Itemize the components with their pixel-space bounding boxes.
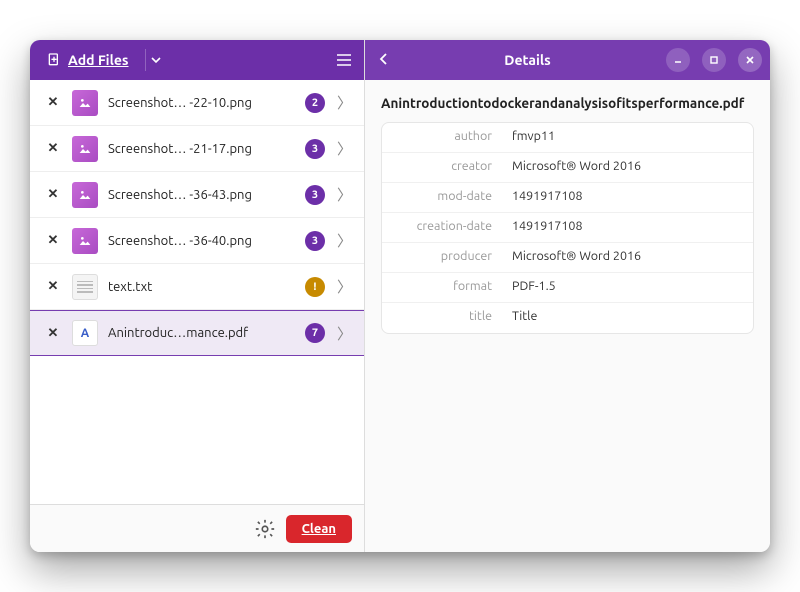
- menu-button[interactable]: [332, 48, 356, 72]
- property-value: fmvp11: [502, 123, 753, 152]
- right-panel: Details Anintroductiontodockerandanalysi…: [365, 40, 770, 552]
- clean-button[interactable]: Clean: [286, 515, 352, 543]
- left-footer: Clean: [30, 504, 364, 552]
- properties-card: authorfmvp11creatorMicrosoft® Word 2016m…: [381, 122, 754, 334]
- property-value: PDF-1.5: [502, 273, 753, 302]
- gear-icon: [254, 518, 276, 540]
- remove-file-button[interactable]: ✕: [44, 326, 62, 341]
- property-key: author: [382, 123, 502, 152]
- chevron-down-icon: [151, 55, 161, 65]
- image-file-icon: [72, 136, 98, 162]
- property-row: mod-date1491917108: [382, 183, 753, 213]
- back-button[interactable]: [373, 50, 395, 71]
- remove-file-button[interactable]: ✕: [44, 279, 62, 294]
- property-row: producerMicrosoft® Word 2016: [382, 243, 753, 273]
- left-header: Add Files: [30, 40, 364, 80]
- add-files-label: Add Files: [68, 52, 129, 68]
- add-files-dropdown[interactable]: [145, 49, 166, 71]
- maximize-icon: [709, 55, 719, 65]
- property-key: title: [382, 303, 502, 333]
- property-row: authorfmvp11: [382, 123, 753, 153]
- file-name: Screenshot… -36-40.png: [108, 234, 295, 248]
- remove-file-button[interactable]: ✕: [44, 141, 62, 156]
- hamburger-icon: [336, 53, 352, 67]
- image-file-icon: [72, 90, 98, 116]
- property-row: creatorMicrosoft® Word 2016: [382, 153, 753, 183]
- file-list: ✕ Screenshot… -22-10.png 2 〉 ✕ Screenshot… -2…: [30, 80, 364, 504]
- property-value: 1491917108: [502, 183, 753, 212]
- file-details-button[interactable]: 〉: [335, 184, 354, 205]
- minimize-button[interactable]: [666, 48, 690, 72]
- file-row[interactable]: ✕ A Anintroduc…mance.pdf 7 〉: [30, 310, 364, 356]
- property-row: titleTitle: [382, 303, 753, 333]
- property-row: formatPDF-1.5: [382, 273, 753, 303]
- minimize-icon: [673, 55, 683, 65]
- close-button[interactable]: [738, 48, 762, 72]
- add-files-button[interactable]: Add Files: [38, 48, 137, 72]
- property-key: producer: [382, 243, 502, 272]
- settings-button[interactable]: [254, 518, 276, 540]
- chevron-left-icon: [379, 52, 389, 66]
- property-key: mod-date: [382, 183, 502, 212]
- close-icon: [745, 55, 755, 65]
- count-badge: 2: [305, 93, 325, 113]
- property-key: creator: [382, 153, 502, 182]
- file-row[interactable]: ✕ text.txt! 〉: [30, 264, 364, 310]
- property-row: creation-date1491917108: [382, 213, 753, 243]
- left-panel: Add Files ✕ Screenshot… -22-10.png 2 〉 ✕ Scre…: [30, 40, 365, 552]
- pdf-file-icon: A: [72, 320, 98, 346]
- file-details-button[interactable]: 〉: [335, 276, 354, 297]
- property-key: format: [382, 273, 502, 302]
- file-details-button[interactable]: 〉: [335, 230, 354, 251]
- file-name: text.txt: [108, 280, 295, 294]
- remove-file-button[interactable]: ✕: [44, 233, 62, 248]
- details-filename: Anintroductiontodockerandanalysisofitspe…: [381, 94, 754, 112]
- add-file-icon: [46, 52, 62, 68]
- property-key: creation-date: [382, 213, 502, 242]
- file-details-button[interactable]: 〉: [335, 92, 354, 113]
- text-file-icon: [72, 274, 98, 300]
- image-file-icon: [72, 228, 98, 254]
- remove-file-button[interactable]: ✕: [44, 95, 62, 110]
- property-value: Microsoft® Word 2016: [502, 243, 753, 272]
- file-row[interactable]: ✕ Screenshot… -22-10.png 2 〉: [30, 80, 364, 126]
- count-badge: 3: [305, 139, 325, 159]
- property-value: 1491917108: [502, 213, 753, 242]
- file-row[interactable]: ✕ Screenshot… -36-40.png 3 〉: [30, 218, 364, 264]
- file-name: Screenshot… -21-17.png: [108, 142, 295, 156]
- details-pane: Anintroductiontodockerandanalysisofitspe…: [365, 80, 770, 348]
- file-name: Screenshot… -36-43.png: [108, 188, 295, 202]
- file-name: Anintroduc…mance.pdf: [108, 326, 295, 340]
- file-row[interactable]: ✕ Screenshot… -21-17.png 3 〉: [30, 126, 364, 172]
- count-badge: 3: [305, 185, 325, 205]
- right-header: Details: [365, 40, 770, 80]
- file-details-button[interactable]: 〉: [335, 138, 354, 159]
- property-value: Microsoft® Word 2016: [502, 153, 753, 182]
- count-badge: 3: [305, 231, 325, 251]
- image-file-icon: [72, 182, 98, 208]
- warning-badge: !: [305, 277, 325, 297]
- property-value: Title: [502, 303, 753, 333]
- details-title: Details: [401, 52, 654, 68]
- file-name: Screenshot… -22-10.png: [108, 96, 295, 110]
- file-details-button[interactable]: 〉: [335, 323, 354, 344]
- app-window: Add Files ✕ Screenshot… -22-10.png 2 〉 ✕ Scre…: [30, 40, 770, 552]
- remove-file-button[interactable]: ✕: [44, 187, 62, 202]
- maximize-button[interactable]: [702, 48, 726, 72]
- count-badge: 7: [305, 323, 325, 343]
- file-row[interactable]: ✕ Screenshot… -36-43.png 3 〉: [30, 172, 364, 218]
